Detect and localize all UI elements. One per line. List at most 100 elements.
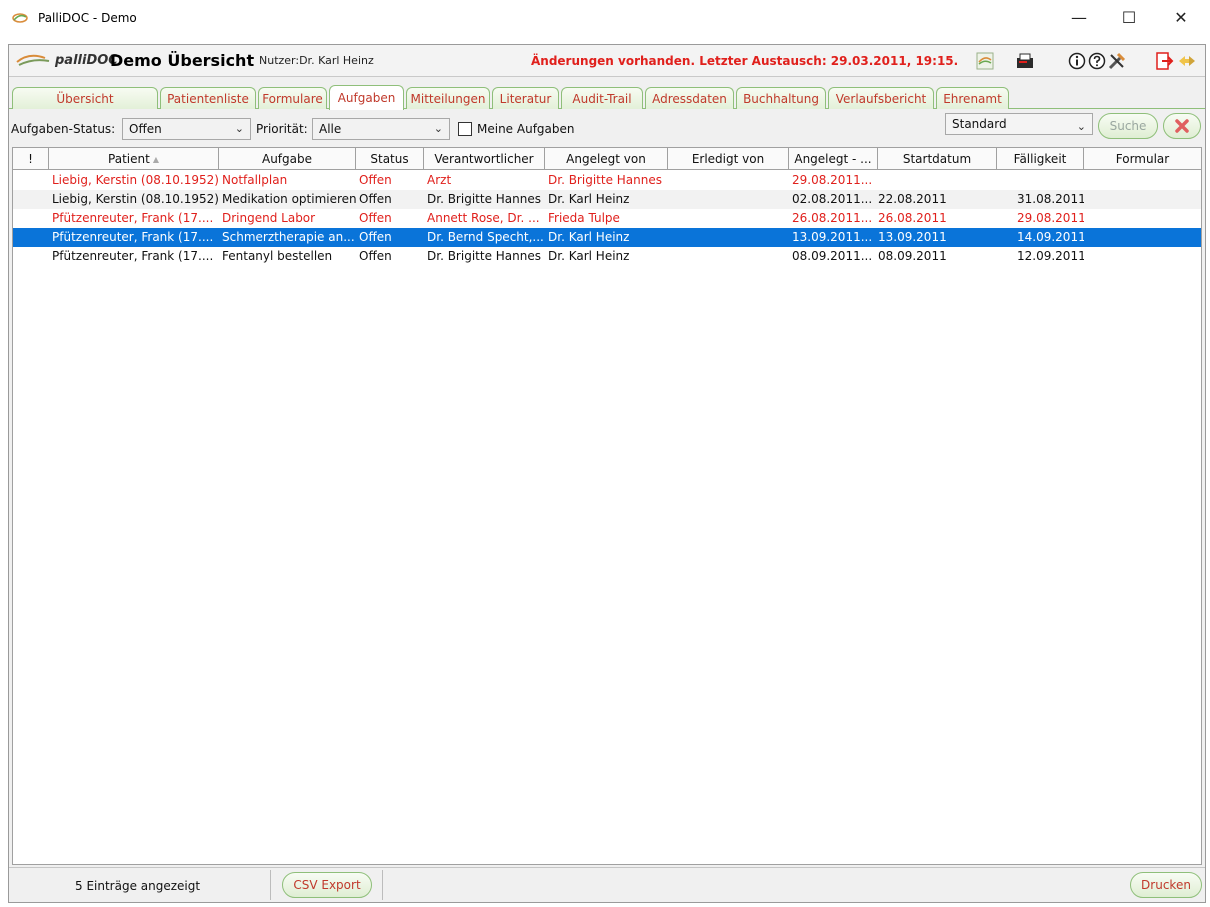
priority-filter-value: Alle xyxy=(319,122,342,136)
table-row[interactable]: Liebig, Kerstin (08.10.1952) Medikation o… xyxy=(13,190,1201,209)
cell-erledigt-von xyxy=(668,247,789,266)
minimize-button[interactable]: — xyxy=(1056,0,1102,34)
table-row[interactable]: Pfützenreuter, Frank (17.... Fentanyl bes… xyxy=(13,247,1201,266)
cell-aufgabe: Medikation optimieren xyxy=(222,192,356,206)
cell-priority xyxy=(13,171,49,190)
cell-status: Offen xyxy=(359,192,392,206)
cell-verantwortlicher: Annett Rose, Dr. ... xyxy=(427,211,540,225)
view-select[interactable]: Standard ⌄ xyxy=(945,113,1093,135)
tab-buchhaltung[interactable]: Buchhaltung xyxy=(736,87,826,109)
print-button[interactable]: Drucken xyxy=(1130,872,1202,898)
cell-verantwortlicher: Arzt xyxy=(427,173,452,187)
cell-erledigt-von xyxy=(668,190,789,209)
cell-patient: Pfützenreuter, Frank (17.... xyxy=(52,211,214,225)
column-header-patient[interactable]: Patient ▲ xyxy=(49,148,219,170)
chevron-down-icon: ⌄ xyxy=(433,122,443,135)
column-header-faelligkeit[interactable]: Fälligkeit xyxy=(997,148,1084,170)
tab-adressdaten[interactable]: Adressdaten xyxy=(645,87,734,109)
cell-aufgabe: Notfallplan xyxy=(222,173,288,187)
tab-audit-trail[interactable]: Audit-Trail xyxy=(561,87,643,109)
current-user: Nutzer:Dr. Karl Heinz xyxy=(259,54,374,67)
table-row[interactable]: Liebig, Kerstin (08.10.1952) Notfallplan O… xyxy=(13,171,1201,190)
column-header-erledigt-von[interactable]: Erledigt von xyxy=(668,148,789,170)
csv-export-button[interactable]: CSV Export xyxy=(282,872,372,898)
cell-angelegt-date: 13.09.2011... xyxy=(792,230,873,244)
changes-notice: Änderungen vorhanden. Letzter Austausch:… xyxy=(531,54,959,68)
window-titlebar: PalliDOC - Demo — ☐ ✕ xyxy=(0,0,1210,38)
cell-verantwortlicher: Dr. Brigitte Hannes xyxy=(427,192,541,206)
close-button[interactable]: ✕ xyxy=(1158,0,1204,34)
view-select-value: Standard xyxy=(952,117,1007,131)
info-icon[interactable] xyxy=(1067,51,1087,71)
cell-angelegt-von: Dr. Karl Heinz xyxy=(548,192,630,206)
priority-filter-select[interactable]: Alle ⌄ xyxy=(312,118,450,140)
cell-startdatum: 13.09.2011 xyxy=(878,230,947,244)
cell-verantwortlicher: Dr. Brigitte Hannes xyxy=(427,249,541,263)
column-header-aufgabe[interactable]: Aufgabe xyxy=(219,148,356,170)
sort-ascending-icon: ▲ xyxy=(152,154,159,164)
column-header-formular[interactable]: Formular xyxy=(1084,148,1201,170)
cell-status: Offen xyxy=(359,230,392,244)
switch-icon[interactable] xyxy=(1177,51,1197,71)
cell-formular xyxy=(1084,171,1201,190)
tab-ehrenamt[interactable]: Ehrenamt xyxy=(936,87,1009,109)
column-header-patient-label: Patient xyxy=(108,152,150,166)
cell-patient: Pfützenreuter, Frank (17.... xyxy=(52,230,214,244)
footer-divider xyxy=(270,870,271,900)
app-frame: palliDOC Demo Übersicht Nutzer:Dr. Karl … xyxy=(8,44,1206,903)
cell-aufgabe: Fentanyl bestellen xyxy=(222,249,333,263)
column-header-verantwortlicher[interactable]: Verantwortlicher xyxy=(424,148,545,170)
status-filter-select[interactable]: Offen ⌄ xyxy=(122,118,251,140)
fax-icon[interactable] xyxy=(1015,51,1035,71)
column-header-angelegt-von[interactable]: Angelegt von xyxy=(545,148,668,170)
main-tabs: Übersicht Patientenliste Formulare Aufga… xyxy=(9,85,1205,110)
logout-icon[interactable] xyxy=(1155,51,1175,71)
pallidoc-logo: palliDOC xyxy=(15,52,118,68)
cell-priority xyxy=(13,247,49,266)
app-header: palliDOC Demo Übersicht Nutzer:Dr. Karl … xyxy=(9,45,1205,77)
clear-x-icon xyxy=(1175,119,1189,133)
search-button[interactable]: Suche xyxy=(1098,113,1158,139)
cell-formular xyxy=(1084,228,1201,247)
status-filter-value: Offen xyxy=(129,122,162,136)
tab-patientenliste[interactable]: Patientenliste xyxy=(160,87,256,109)
maximize-button[interactable]: ☐ xyxy=(1106,0,1152,34)
tab-formulare[interactable]: Formulare xyxy=(258,87,327,109)
column-header-angelegt-date[interactable]: Angelegt - ... xyxy=(789,148,878,170)
tab-uebersicht[interactable]: Übersicht xyxy=(12,87,158,109)
cell-priority xyxy=(13,190,49,209)
tab-mitteilungen[interactable]: Mitteilungen xyxy=(406,87,490,109)
cell-erledigt-von xyxy=(668,228,789,247)
cell-formular xyxy=(1084,209,1201,228)
table-row[interactable]: Pfützenreuter, Frank (17.... Dringend Lab… xyxy=(13,209,1201,228)
cell-verantwortlicher: Dr. Bernd Specht,... xyxy=(427,230,544,244)
cell-aufgabe: Dringend Labor xyxy=(222,211,316,225)
cell-aufgabe: Schmerztherapie an... xyxy=(222,230,355,244)
column-header-priority[interactable]: ! xyxy=(13,148,49,170)
cell-angelegt-date: 02.08.2011... xyxy=(792,192,873,206)
cell-angelegt-von: Frieda Tulpe xyxy=(548,211,620,225)
page-title: Demo Übersicht xyxy=(110,51,255,70)
cell-angelegt-date: 08.09.2011... xyxy=(792,249,873,263)
filter-bar: Aufgaben-Status: Offen ⌄ Priorität: Alle… xyxy=(9,111,1205,145)
tools-icon[interactable] xyxy=(1107,51,1127,71)
app-logo-icon xyxy=(12,13,28,23)
tab-aufgaben[interactable]: Aufgaben xyxy=(329,85,404,110)
help-icon[interactable] xyxy=(1087,51,1107,71)
column-header-status[interactable]: Status xyxy=(356,148,424,170)
cell-priority xyxy=(13,228,49,247)
tab-verlaufsbericht[interactable]: Verlaufsbericht xyxy=(828,87,934,109)
table-row[interactable]: Pfützenreuter, Frank (17.... Schmerzthera… xyxy=(13,228,1201,247)
cell-status: Offen xyxy=(359,249,392,263)
my-tasks-checkbox[interactable] xyxy=(458,122,472,136)
footer-bar: 5 Einträge angezeigt CSV Export Drucken xyxy=(9,867,1205,902)
tab-literatur[interactable]: Literatur xyxy=(492,87,559,109)
cell-startdatum: 26.08.2011 xyxy=(878,211,947,225)
priority-filter-label: Priorität: xyxy=(256,122,308,136)
cell-faelligkeit xyxy=(997,171,1084,190)
tasks-table: ! Patient ▲ Aufgabe Status Verantwortlich… xyxy=(12,147,1202,865)
cell-patient: Pfützenreuter, Frank (17.... xyxy=(52,249,214,263)
column-header-startdatum[interactable]: Startdatum xyxy=(878,148,997,170)
sync-icon[interactable] xyxy=(975,51,995,71)
clear-filter-button[interactable] xyxy=(1163,113,1201,139)
